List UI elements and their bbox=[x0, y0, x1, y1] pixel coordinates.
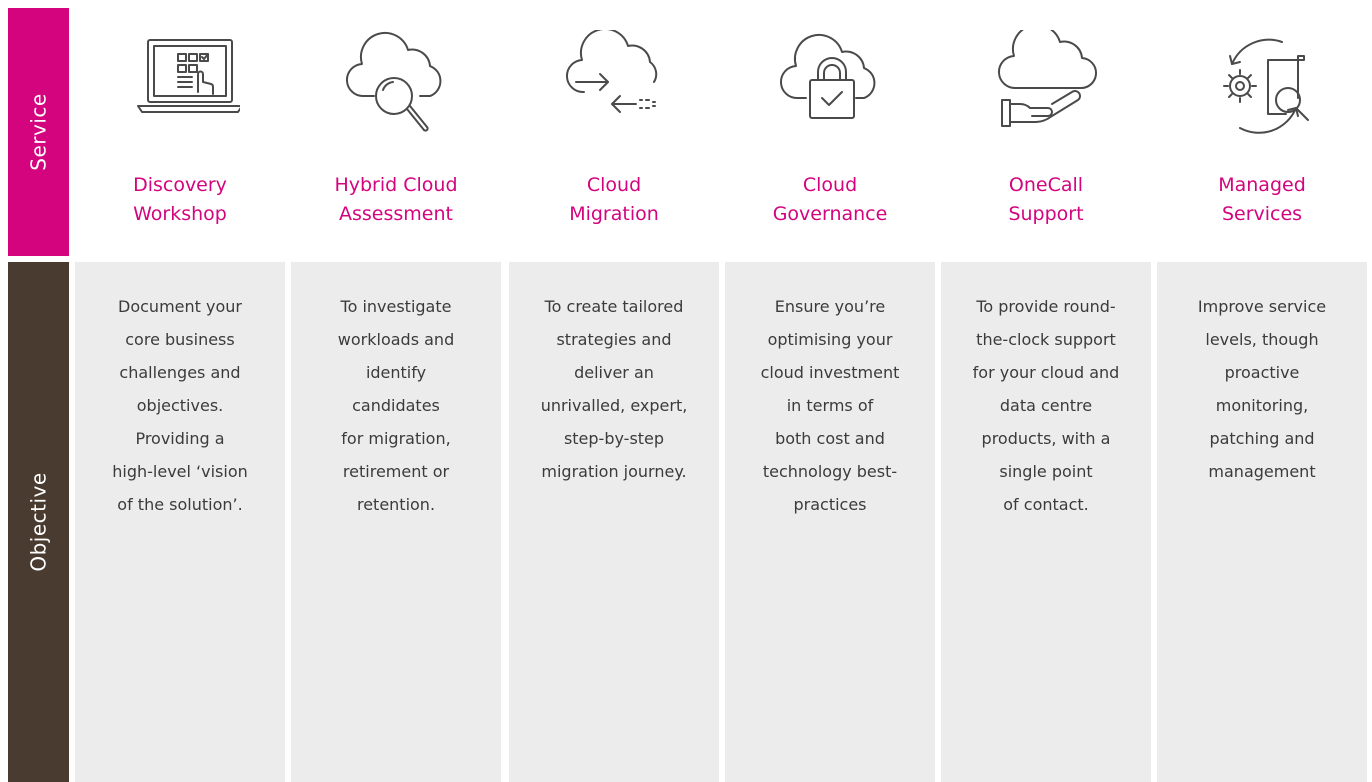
objective-text: To investigate workloads and identify ca… bbox=[337, 297, 455, 514]
service-title: Managed Services bbox=[1218, 174, 1306, 225]
objective-text: To create tailored strategies and delive… bbox=[540, 297, 688, 481]
objective-cell: To investigate workloads and identify ca… bbox=[291, 262, 501, 782]
objective-text: Ensure you’re optimising your cloud inve… bbox=[760, 297, 900, 514]
objective-label-text: Objective bbox=[26, 472, 51, 572]
service-title: Cloud Governance bbox=[772, 174, 888, 225]
objective-text: Improve service levels, though proactive… bbox=[1197, 297, 1327, 481]
gear-document-search-icon bbox=[1157, 30, 1367, 140]
objective-cell: Document your core business challenges a… bbox=[75, 262, 285, 782]
objective-cell: Improve service levels, though proactive… bbox=[1157, 262, 1367, 782]
objective-cell: Ensure you’re optimising your cloud inve… bbox=[725, 262, 935, 782]
service-cell: Cloud Governance bbox=[725, 0, 935, 256]
service-cell: Hybrid Cloud Assessment bbox=[291, 0, 501, 256]
service-title: Hybrid Cloud Assessment bbox=[334, 174, 458, 225]
objective-cell: To provide round- the-clock support for … bbox=[941, 262, 1151, 782]
objective-text: Document your core business challenges a… bbox=[112, 297, 248, 514]
cloud-padlock-icon bbox=[725, 30, 935, 140]
objective-cell: To create tailored strategies and delive… bbox=[509, 262, 719, 782]
objective-row-label: Objective bbox=[8, 262, 69, 782]
cloud-migration-icon bbox=[509, 30, 719, 140]
service-cell: OneCall Support bbox=[941, 0, 1151, 256]
service-row-label: Service bbox=[8, 8, 69, 256]
service-cell: Cloud Migration bbox=[509, 0, 719, 256]
service-title: Cloud Migration bbox=[569, 174, 659, 225]
service-cell: Managed Services bbox=[1157, 0, 1367, 256]
service-label-text: Service bbox=[26, 93, 51, 171]
laptop-checklist-icon bbox=[75, 30, 285, 140]
cloud-search-icon bbox=[291, 30, 501, 140]
service-title: Discovery Workshop bbox=[133, 174, 227, 225]
cloud-hand-icon bbox=[941, 30, 1151, 140]
service-cell: Discovery Workshop bbox=[75, 0, 285, 256]
objective-text: To provide round- the-clock support for … bbox=[972, 297, 1120, 514]
service-title: OneCall Support bbox=[1008, 174, 1084, 225]
